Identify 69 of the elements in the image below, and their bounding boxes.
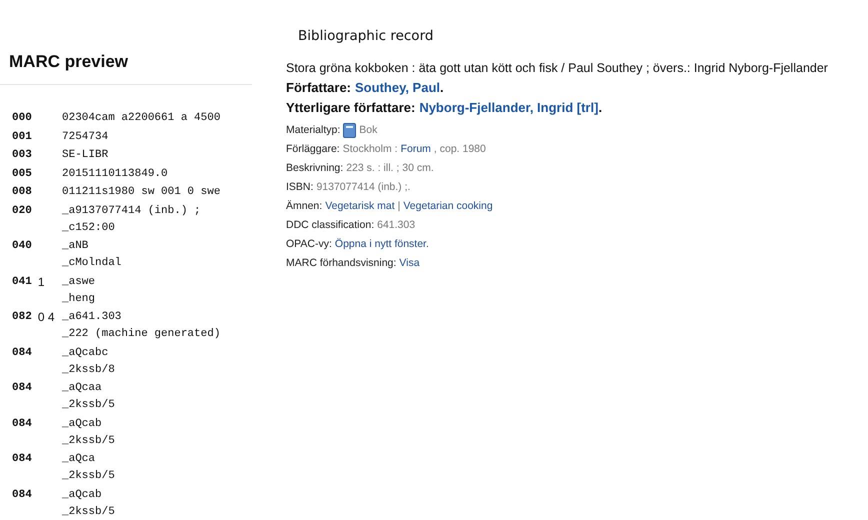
detail-link[interactable]: Öppna i nytt fönster. xyxy=(334,237,429,252)
marc-tag: 003 xyxy=(12,147,32,164)
detail-label: ISBN: xyxy=(286,180,314,195)
panel-title: MARC preview xyxy=(9,52,128,72)
detail-label: Ämnen: xyxy=(286,199,322,214)
detail-value: 9137077414 (inb.) ;. xyxy=(316,180,410,195)
punctuation: . xyxy=(440,80,444,95)
author-link[interactable]: Nyborg-Fjellander, Ingrid [trl] xyxy=(419,100,598,115)
marc-tag: 001 xyxy=(12,128,32,146)
detail-label: MARC förhandsvisning: xyxy=(286,256,396,271)
detail-value: , cop. 1980 xyxy=(434,142,486,157)
marc-subfield: _a641.303 xyxy=(62,310,122,325)
marc-tag: 000 xyxy=(12,110,32,127)
detail-label: OPAC-vy: xyxy=(286,237,332,252)
detail-value: 223 s. : ill. ; 30 cm. xyxy=(346,161,434,176)
section-heading: Bibliographic record xyxy=(297,28,434,44)
marc-subfield: _aQcaa xyxy=(62,381,103,396)
detail-link[interactable]: Visa xyxy=(399,256,420,271)
marc-subfield: _2kssb/5 xyxy=(62,504,116,520)
book-icon xyxy=(343,123,356,138)
marc-subfield: _222 (machine generated) xyxy=(62,327,222,342)
detail-value: Bok xyxy=(359,123,378,138)
detail-label: Beskrivning: xyxy=(286,161,344,176)
detail-value: 641.303 xyxy=(377,218,416,233)
marc-tag: 005 xyxy=(12,166,32,182)
marc-subfield: _a9137077414 (inb.) ; xyxy=(62,204,202,218)
marc-tag: 041 xyxy=(12,274,32,308)
marc-subfield: _cMolndal xyxy=(62,256,122,271)
marc-tag: 020 xyxy=(12,202,32,236)
marc-subfield: _2kssb/5 xyxy=(62,434,116,448)
detail-link[interactable]: Vegetarisk mat xyxy=(325,199,395,214)
author-label: Författare: xyxy=(286,80,352,95)
marc-subfield: _heng xyxy=(62,292,96,306)
marc-tag: 082 xyxy=(12,309,32,343)
marc-subfield: _aQca xyxy=(62,452,96,467)
marc-indicators: 0 4 xyxy=(38,309,54,326)
marc-subfield: _c152:00 xyxy=(62,220,116,236)
author-label: Ytterligare författare: xyxy=(286,100,416,115)
marc-subfield: _aQcab xyxy=(62,488,103,502)
marc-subfield: _aNB xyxy=(62,239,90,254)
marc-subfield: _2kssb/5 xyxy=(62,398,116,413)
marc-subfield: _aQcab xyxy=(62,416,103,432)
marc-subfield: 011211s1980 sw 001 0 swe xyxy=(62,185,222,200)
detail-label: Förläggare: xyxy=(286,142,340,157)
detail-link[interactable]: Forum xyxy=(400,142,431,157)
punctuation: . xyxy=(598,100,602,115)
detail-value: | xyxy=(398,199,400,214)
marc-subfield: 20151110113849.0 xyxy=(62,166,169,182)
title-statement: Stora gröna kokboken : äta gott utan kött och fisk / Paul Southey ; övers.: Ingrid Nyborg-Fjellander xyxy=(286,61,829,75)
detail-label: Materialtyp: xyxy=(286,123,340,138)
detail-link[interactable]: Vegetarian cooking xyxy=(403,199,493,214)
marc-tag: 040 xyxy=(12,238,32,272)
marc-tag: 008 xyxy=(12,184,32,201)
marc-subfield: _2kssb/5 xyxy=(62,469,116,484)
detail-value: Stockholm : xyxy=(342,142,398,157)
detail-label: DDC classification: xyxy=(286,218,374,233)
marc-tag: 084 xyxy=(12,486,32,520)
marc-subfield: 02304cam a2200661 a 4500 xyxy=(62,111,222,126)
marc-tag: 084 xyxy=(12,416,32,450)
marc-subfield: _aQcabc xyxy=(62,346,110,360)
marc-indicators: 1 xyxy=(38,274,44,290)
marc-tag: 084 xyxy=(12,451,32,485)
author-link[interactable]: Southey, Paul xyxy=(355,80,440,95)
marc-tag: 084 xyxy=(12,380,32,414)
marc-subfield: _2kssb/8 xyxy=(62,362,116,378)
marc-subfield: _aswe xyxy=(62,274,96,290)
marc-tag: 084 xyxy=(12,344,32,378)
marc-subfield: 7254734 xyxy=(62,130,110,144)
marc-subfield: SE-LIBR xyxy=(62,148,110,163)
